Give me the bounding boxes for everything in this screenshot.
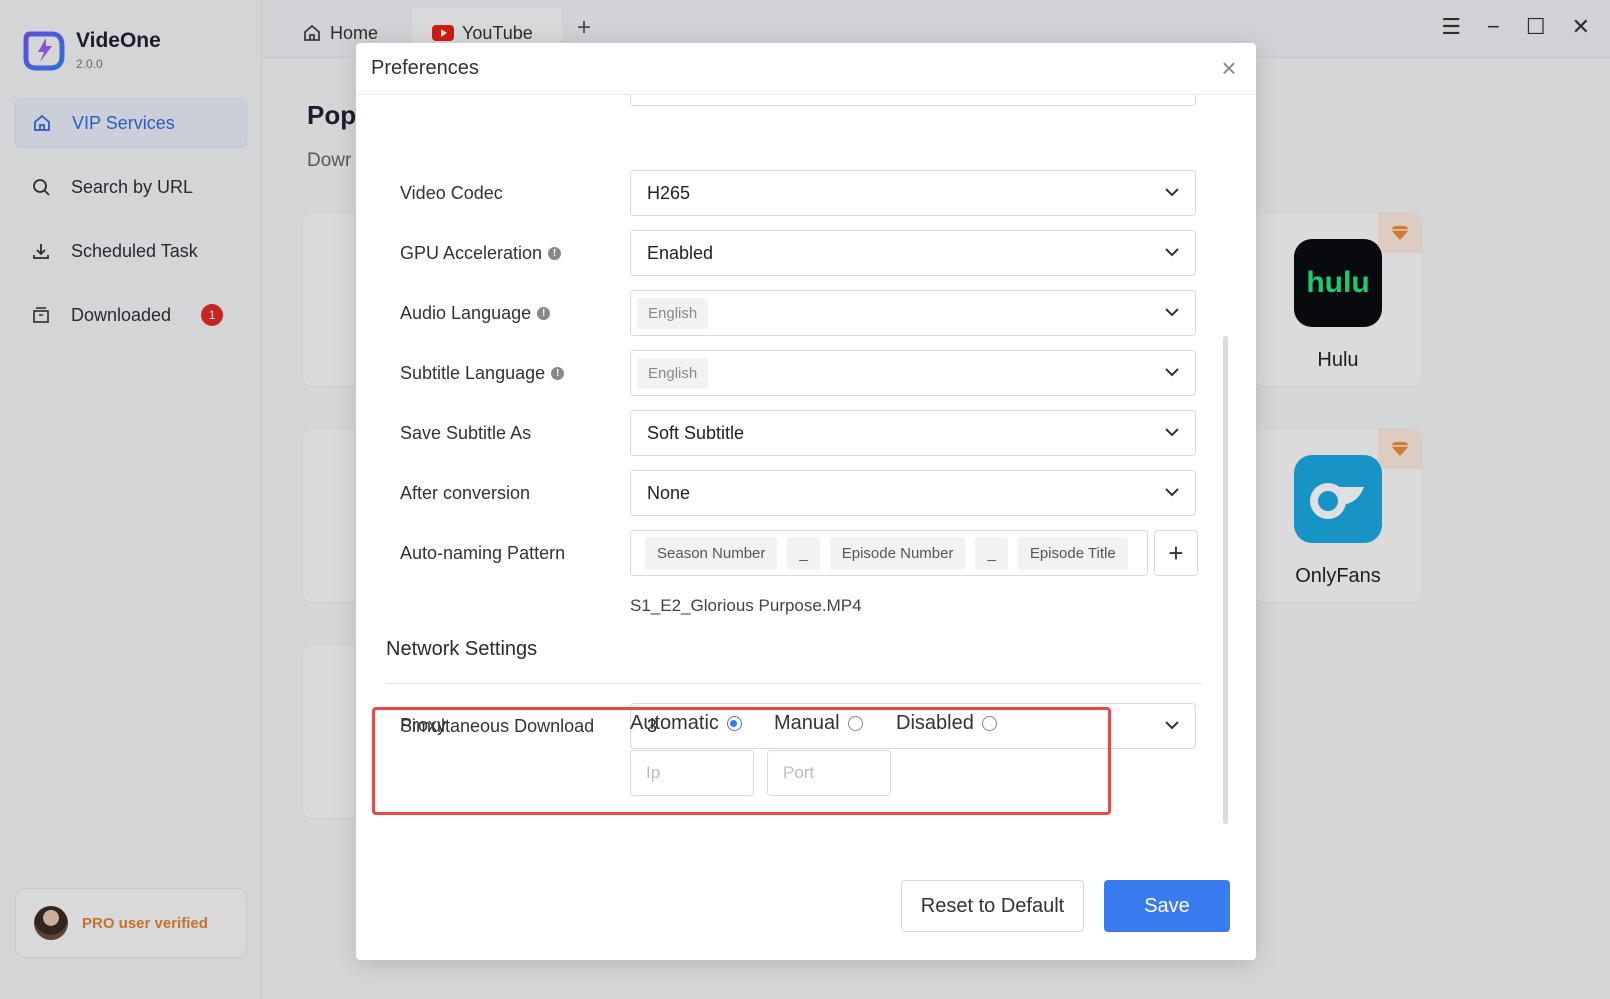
divider — [386, 683, 1202, 684]
chevron-down-icon — [1165, 308, 1179, 317]
setting-label: Auto-naming Pattern — [400, 542, 566, 563]
close-icon[interactable]: × — [1216, 55, 1242, 81]
radio-checked-icon[interactable] — [726, 716, 742, 731]
proxy-label: Proxy — [400, 715, 447, 735]
info-icon[interactable]: ! — [548, 246, 562, 260]
setting-label: Audio Language! — [400, 290, 551, 336]
chevron-down-icon — [1165, 488, 1179, 497]
add-pattern-button[interactable]: + — [1154, 530, 1198, 576]
setting-label: After conversion — [400, 482, 531, 503]
naming-pattern-field[interactable]: Season Number _ Episode Number _ Episode… — [630, 530, 1148, 576]
setting-row: Save Subtitle As Soft Subtitle — [400, 410, 1200, 456]
naming-row: Auto-naming Pattern Season Number _ Epis… — [400, 530, 1200, 576]
setting-row: Audio Language! English — [400, 290, 1200, 336]
preferences-body: Video Codec H265 GPU Acceleration! Enabl… — [356, 95, 1256, 865]
proxy-option-disabled[interactable]: Disabled — [896, 712, 997, 735]
gpu-acceleration-select[interactable]: Enabled — [630, 230, 1196, 276]
save-subtitle-select[interactable]: Soft Subtitle — [630, 410, 1196, 456]
reset-to-default-button[interactable]: Reset to Default — [901, 880, 1084, 932]
chevron-down-icon — [1165, 428, 1179, 437]
setting-row: Video Codec H265 — [400, 170, 1200, 216]
save-button[interactable]: Save — [1104, 880, 1230, 932]
proxy-ip-input[interactable]: Ip — [630, 750, 754, 796]
setting-label: GPU Acceleration! — [400, 230, 562, 276]
proxy-port-input[interactable]: Port — [767, 750, 891, 796]
setting-label: Subtitle Language! — [400, 350, 565, 396]
dialog-title: Preferences — [371, 57, 479, 79]
filename-preview: S1_E2_Glorious Purpose.MP4 — [630, 596, 862, 615]
audio-language-select[interactable]: English — [630, 290, 1196, 336]
video-codec-select[interactable]: H265 — [630, 170, 1196, 216]
proxy-option-manual[interactable]: Manual — [774, 712, 863, 735]
setting-row: Subtitle Language! English — [400, 350, 1200, 396]
setting-row: GPU Acceleration! Enabled — [400, 230, 1200, 276]
pattern-tag[interactable]: Episode Number — [829, 536, 966, 570]
section-title: Network Settings — [386, 638, 538, 660]
language-tag: English — [637, 297, 709, 329]
setting-label: Save Subtitle As — [400, 422, 532, 443]
after-conversion-select[interactable]: None — [630, 470, 1196, 516]
radio-unchecked-icon[interactable] — [981, 716, 997, 731]
pattern-tag[interactable]: Episode Title — [1017, 536, 1128, 570]
setting-row: After conversion None — [400, 470, 1200, 516]
partial-select[interactable] — [630, 95, 1196, 106]
chevron-down-icon — [1165, 248, 1179, 257]
pattern-tag[interactable]: Season Number — [645, 536, 778, 570]
language-tag: English — [637, 357, 709, 389]
radio-unchecked-icon[interactable] — [847, 716, 863, 731]
dialog-header: Preferences × — [356, 43, 1256, 95]
setting-label: Video Codec — [400, 182, 503, 203]
proxy-option-automatic[interactable]: Automatic — [630, 712, 742, 735]
chevron-down-icon — [1165, 721, 1179, 730]
info-icon[interactable]: ! — [537, 306, 551, 320]
chevron-down-icon — [1165, 368, 1179, 377]
pattern-tag[interactable]: _ — [787, 536, 820, 570]
pattern-tag[interactable]: _ — [975, 536, 1008, 570]
subtitle-language-select[interactable]: English — [630, 350, 1196, 396]
scrollbar[interactable] — [1223, 336, 1228, 824]
chevron-down-icon — [1165, 188, 1179, 197]
preferences-dialog: Preferences × Video Codec H265 GPU Accel… — [356, 43, 1256, 960]
info-icon[interactable]: ! — [551, 366, 565, 380]
